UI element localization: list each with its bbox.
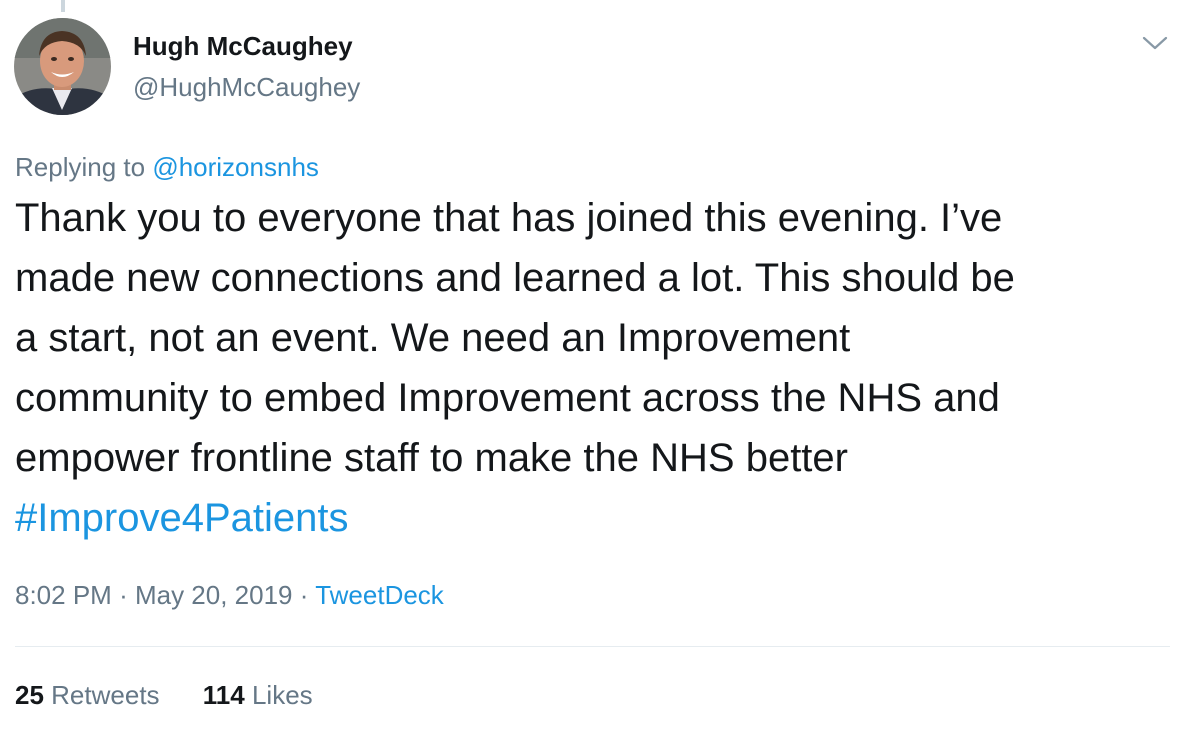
avatar-image xyxy=(14,18,111,115)
tweet-text: Thank you to everyone that has joined th… xyxy=(15,188,1175,548)
reply-mention-link[interactable]: @horizonsnhs xyxy=(152,152,319,182)
tweet-text-line: community to embed Improvement across th… xyxy=(15,376,1000,420)
author-display-name[interactable]: Hugh McCaughey xyxy=(133,31,353,62)
likes-count: 114 xyxy=(202,680,245,710)
chevron-down-icon[interactable] xyxy=(1142,33,1168,53)
tweet-metadata: 8:02 PM · May 20, 2019 · TweetDeck xyxy=(15,580,444,611)
engagement-stats: 25 Retweets 114 Likes xyxy=(15,680,313,711)
tweet-text-line: made new connections and learned a lot. … xyxy=(15,256,1015,300)
thread-connector-line xyxy=(61,0,65,12)
tweet-text-line: a start, not an event. We need an Improv… xyxy=(15,316,851,360)
reply-prefix: Replying to xyxy=(15,152,146,182)
hashtag-link[interactable]: #Improve4Patients xyxy=(15,488,1175,548)
tweet-text-line: empower frontline staff to make the NHS … xyxy=(15,436,848,480)
reply-context: Replying to @horizonsnhs xyxy=(15,152,319,183)
tweet-source-link[interactable]: TweetDeck xyxy=(315,580,444,610)
tweet-time[interactable]: 8:02 PM xyxy=(15,580,112,610)
likes-stat[interactable]: 114 Likes xyxy=(203,680,313,710)
tweet-date[interactable]: May 20, 2019 xyxy=(135,580,293,610)
stats-divider xyxy=(15,646,1170,647)
retweets-count: 25 xyxy=(15,680,44,710)
meta-separator: · xyxy=(299,580,309,610)
likes-label: Likes xyxy=(251,680,313,710)
retweets-label: Retweets xyxy=(51,680,160,710)
retweets-stat[interactable]: 25 Retweets xyxy=(15,680,167,710)
avatar[interactable] xyxy=(14,18,111,115)
author-handle[interactable]: @HughMcCaughey xyxy=(133,72,360,103)
tweet-text-line: Thank you to everyone that has joined th… xyxy=(15,196,1003,240)
meta-separator: · xyxy=(119,580,128,610)
